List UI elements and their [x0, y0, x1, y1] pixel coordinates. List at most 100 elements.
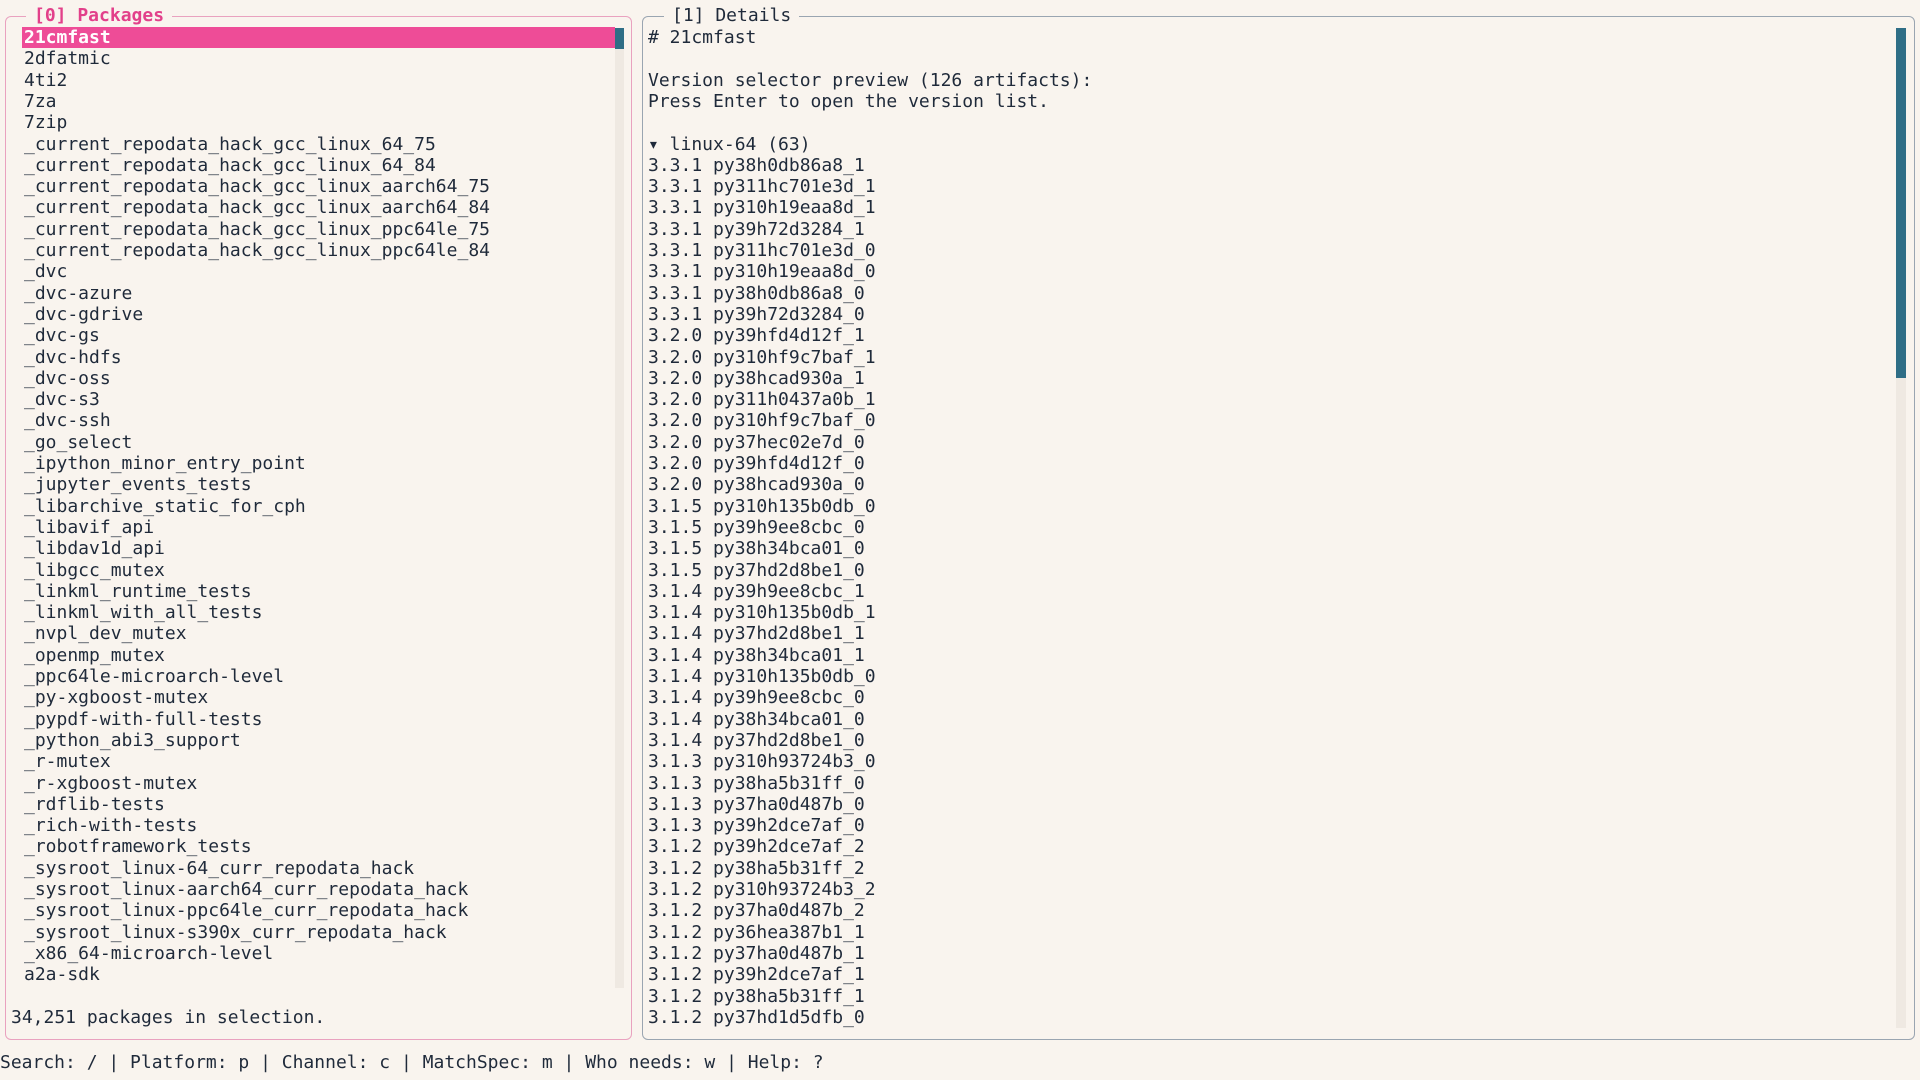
package-list-item[interactable]: _libavif_api [22, 517, 615, 538]
package-name: 21cmfast [24, 27, 111, 48]
version-list-item[interactable]: 3.3.1 py38h0db86a8_0 [648, 283, 1848, 304]
version-list-item[interactable]: 3.1.4 py38h34bca01_1 [648, 645, 1848, 666]
version-list-item[interactable]: 3.1.2 py36hea387b1_1 [648, 922, 1848, 943]
package-name: _libarchive_static_for_cph [24, 495, 306, 517]
package-list-item[interactable]: a2a-sdk [22, 964, 615, 985]
package-list-item[interactable]: _robotframework_tests [22, 836, 615, 857]
package-list-item[interactable]: _libarchive_static_for_cph [22, 496, 615, 517]
version-list-item[interactable]: 3.1.4 py37hd2d8be1_0 [648, 730, 1848, 751]
package-name: _nvpl_dev_mutex [24, 623, 187, 645]
package-list-item[interactable]: _libdav1d_api [22, 538, 615, 559]
package-list-item[interactable]: _openmp_mutex [22, 645, 615, 666]
package-list-item[interactable]: _linkml_runtime_tests [22, 581, 615, 602]
package-name: _libavif_api [24, 516, 155, 538]
details-scrollbar-thumb[interactable] [1896, 28, 1906, 378]
package-list-item[interactable]: _x86_64-microarch-level [22, 943, 615, 964]
package-list-item[interactable]: _dvc-s3 [22, 389, 615, 410]
version-list-item[interactable]: 3.1.4 py310h135b0db_0 [648, 666, 1848, 687]
version-list-item[interactable]: 3.2.0 py310hf9c7baf_0 [648, 410, 1848, 431]
version-list-item[interactable]: 3.3.1 py39h72d3284_1 [648, 219, 1848, 240]
version-list-item[interactable]: 3.3.1 py310h19eaa8d_0 [648, 261, 1848, 282]
package-list-item-selected[interactable]: 21cmfast [22, 27, 615, 49]
package-name: _sysroot_linux-64_curr_repodata_hack [24, 857, 415, 879]
version-list-item[interactable]: 3.3.1 py311hc701e3d_1 [648, 176, 1848, 197]
package-list-item[interactable]: _dvc [22, 261, 615, 282]
version-list-item[interactable]: 3.1.2 py37ha0d487b_2 [648, 900, 1848, 921]
package-list-item[interactable]: _jupyter_events_tests [22, 474, 615, 495]
version-list-item[interactable]: 3.3.1 py39h72d3284_0 [648, 304, 1848, 325]
packages-scrollbar[interactable] [615, 28, 624, 988]
package-list-item[interactable]: _sysroot_linux-aarch64_curr_repodata_hac… [22, 879, 615, 900]
platform-group-toggle[interactable]: ▾ linux-64 (63) [648, 134, 1848, 155]
package-list-item[interactable]: _ipython_minor_entry_point [22, 453, 615, 474]
package-list-item[interactable]: _current_repodata_hack_gcc_linux_ppc64le… [22, 240, 615, 261]
version-list-item[interactable]: 3.1.4 py39h9ee8cbc_0 [648, 687, 1848, 708]
package-list-item[interactable]: _dvc-hdfs [22, 347, 615, 368]
version-list-item[interactable]: 3.1.2 py39h2dce7af_1 [648, 964, 1848, 985]
version-list-item[interactable]: 3.2.0 py37hec02e7d_0 [648, 432, 1848, 453]
package-name: _rdflib-tests [24, 793, 165, 815]
version-list-item[interactable]: 3.3.1 py38h0db86a8_1 [648, 155, 1848, 176]
version-list-item[interactable]: 3.2.0 py311h0437a0b_1 [648, 389, 1848, 410]
package-list-item[interactable]: _libgcc_mutex [22, 560, 615, 581]
package-list-item[interactable]: _pypdf-with-full-tests [22, 709, 615, 730]
package-list-item[interactable]: 4ti2 [22, 70, 615, 91]
package-list-item[interactable]: _current_repodata_hack_gcc_linux_aarch64… [22, 176, 615, 197]
package-list-item[interactable]: _r-xgboost-mutex [22, 773, 615, 794]
package-list-item[interactable]: _rdflib-tests [22, 794, 615, 815]
version-list-item[interactable]: 3.1.5 py39h9ee8cbc_0 [648, 517, 1848, 538]
version-list-item[interactable]: 3.1.2 py39h2dce7af_2 [648, 836, 1848, 857]
version-list-item[interactable]: 3.1.4 py38h34bca01_0 [648, 709, 1848, 730]
version-list-item[interactable]: 3.2.0 py38hcad930a_0 [648, 474, 1848, 495]
package-list-item[interactable]: 2dfatmic [22, 48, 615, 69]
version-list-item[interactable]: 3.2.0 py39hfd4d12f_0 [648, 453, 1848, 474]
package-list-item[interactable]: _current_repodata_hack_gcc_linux_64_75 [22, 134, 615, 155]
package-list-item[interactable]: _py-xgboost-mutex [22, 687, 615, 708]
packages-scrollbar-thumb[interactable] [615, 28, 624, 49]
version-list-item[interactable]: 3.1.4 py39h9ee8cbc_1 [648, 581, 1848, 602]
version-list-item[interactable]: 3.1.3 py38ha5b31ff_0 [648, 773, 1848, 794]
package-list-item[interactable]: _dvc-gdrive [22, 304, 615, 325]
package-list-item[interactable]: 7zip [22, 112, 615, 133]
package-list-item[interactable]: _dvc-oss [22, 368, 615, 389]
version-list-item[interactable]: 3.3.1 py311hc701e3d_0 [648, 240, 1848, 261]
package-list-item[interactable]: _go_select [22, 432, 615, 453]
package-list-item[interactable]: _sysroot_linux-64_curr_repodata_hack [22, 858, 615, 879]
version-list-item[interactable]: 3.2.0 py39hfd4d12f_1 [648, 325, 1848, 346]
version-list-item[interactable]: 3.2.0 py310hf9c7baf_1 [648, 347, 1848, 368]
package-list-item[interactable]: _current_repodata_hack_gcc_linux_ppc64le… [22, 219, 615, 240]
version-list-item[interactable]: 3.1.4 py37hd2d8be1_1 [648, 623, 1848, 644]
package-list-item[interactable]: _dvc-azure [22, 283, 615, 304]
version-list-item[interactable]: 3.2.0 py38hcad930a_1 [648, 368, 1848, 389]
package-list-item[interactable]: _linkml_with_all_tests [22, 602, 615, 623]
package-name: _current_repodata_hack_gcc_linux_64_75 [24, 133, 436, 155]
package-list-item[interactable]: _r-mutex [22, 751, 615, 772]
version-list-item[interactable]: 3.1.3 py39h2dce7af_0 [648, 815, 1848, 836]
package-name: _py-xgboost-mutex [24, 687, 209, 709]
version-list-item[interactable]: 3.1.5 py37hd2d8be1_0 [648, 560, 1848, 581]
version-list-item[interactable]: 3.1.2 py37ha0d487b_1 [648, 943, 1848, 964]
package-list-item[interactable]: _dvc-gs [22, 325, 615, 346]
version-list-item[interactable]: 3.1.5 py310h135b0db_0 [648, 496, 1848, 517]
version-list-item[interactable]: 3.1.3 py310h93724b3_0 [648, 751, 1848, 772]
details-scrollbar[interactable] [1896, 28, 1906, 1028]
package-list-item[interactable]: _python_abi3_support [22, 730, 615, 751]
package-list-item[interactable]: _dvc-ssh [22, 410, 615, 431]
package-list-item[interactable]: _sysroot_linux-s390x_curr_repodata_hack [22, 922, 615, 943]
version-list-item[interactable]: 3.1.5 py38h34bca01_0 [648, 538, 1848, 559]
package-list-item[interactable]: _nvpl_dev_mutex [22, 623, 615, 644]
version-list-item[interactable]: 3.1.4 py310h135b0db_1 [648, 602, 1848, 623]
version-list-item[interactable]: 3.1.3 py37ha0d487b_0 [648, 794, 1848, 815]
version-list-item[interactable]: 3.1.2 py38ha5b31ff_2 [648, 858, 1848, 879]
package-list-item[interactable]: 7za [22, 91, 615, 112]
version-list-item[interactable]: 3.1.2 py37hd1d5dfb_0 [648, 1007, 1848, 1028]
package-list-item[interactable]: _ppc64le-microarch-level [22, 666, 615, 687]
version-list-item[interactable]: 3.3.1 py310h19eaa8d_1 [648, 197, 1848, 218]
package-list-item[interactable]: _rich-with-tests [22, 815, 615, 836]
package-list-item[interactable]: _sysroot_linux-ppc64le_curr_repodata_hac… [22, 900, 615, 921]
package-list-item[interactable]: _current_repodata_hack_gcc_linux_64_84 [22, 155, 615, 176]
version-list-item[interactable]: 3.1.2 py310h93724b3_2 [648, 879, 1848, 900]
package-name: _r-mutex [24, 751, 111, 773]
version-list-item[interactable]: 3.1.2 py38ha5b31ff_1 [648, 986, 1848, 1007]
package-list-item[interactable]: _current_repodata_hack_gcc_linux_aarch64… [22, 197, 615, 218]
